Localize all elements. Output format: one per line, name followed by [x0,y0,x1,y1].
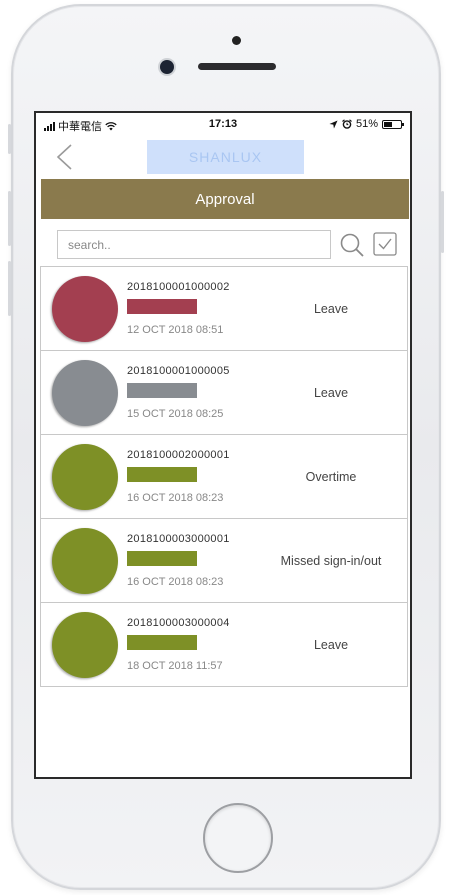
avatar [52,276,118,342]
request-date: 12 OCT 2018 08:51 [127,324,224,336]
request-number: 2018100002000001 [127,449,230,461]
list-item[interactable]: 2018100003000004 18 OCT 2018 11:57 Leave [41,603,407,687]
search-row [36,219,410,263]
request-type: Missed sign-in/out [280,554,382,568]
battery-fill [384,121,392,127]
status-right: 51% [329,118,404,130]
avatar [52,360,118,426]
volume-down-button [8,261,11,316]
volume-up-button [8,191,11,246]
home-button[interactable] [203,803,273,873]
request-date: 16 OCT 2018 08:23 [127,492,224,504]
request-type: Leave [313,386,349,400]
list-item[interactable]: 2018100001000005 15 OCT 2018 08:25 Leave [41,351,407,435]
earpiece-speaker [198,63,276,70]
battery-icon [382,119,404,129]
applicant-name-redacted [127,383,197,398]
avatar [52,528,118,594]
avatar [52,612,118,678]
search-icon[interactable] [339,232,365,258]
list-item[interactable]: 2018100002000001 16 OCT 2018 08:23 Overt… [41,435,407,519]
location-arrow-icon [329,119,338,129]
company-logo: SHANLUX [147,140,304,174]
avatar [52,444,118,510]
request-date: 18 OCT 2018 11:57 [127,660,223,672]
select-all-checkbox-icon[interactable] [373,232,397,256]
search-input[interactable] [57,230,331,259]
request-number: 2018100003000001 [127,533,230,545]
front-camera [160,60,174,74]
approval-list: 2018100001000002 12 OCT 2018 08:51 Leave… [40,266,408,687]
status-bar: 中華電信 17:13 51% [36,113,410,135]
request-number: 2018100001000005 [127,365,230,377]
nav-bar: SHANLUX [36,135,410,179]
page-title: Approval [41,179,409,219]
back-chevron-icon[interactable] [54,143,74,171]
request-type: Overtime [305,470,357,484]
battery-percent: 51% [355,118,378,130]
applicant-name-redacted [127,551,197,566]
request-number: 2018100003000004 [127,617,230,629]
app-screen: 中華電信 17:13 51% SHANLUX Approval 20181000… [34,111,412,779]
applicant-name-redacted [127,635,197,650]
power-button [441,191,444,253]
applicant-name-redacted [127,467,197,482]
request-date: 15 OCT 2018 08:25 [127,408,224,420]
request-number: 2018100001000002 [127,281,230,293]
alarm-icon [342,119,352,129]
list-item[interactable]: 2018100001000002 12 OCT 2018 08:51 Leave [41,267,407,351]
list-item[interactable]: 2018100003000001 16 OCT 2018 08:23 Misse… [41,519,407,603]
proximity-sensor [232,36,241,45]
request-date: 16 OCT 2018 08:23 [127,576,224,588]
request-type: Leave [313,638,349,652]
applicant-name-redacted [127,299,197,314]
mute-switch [8,124,11,154]
request-type: Leave [313,302,349,316]
